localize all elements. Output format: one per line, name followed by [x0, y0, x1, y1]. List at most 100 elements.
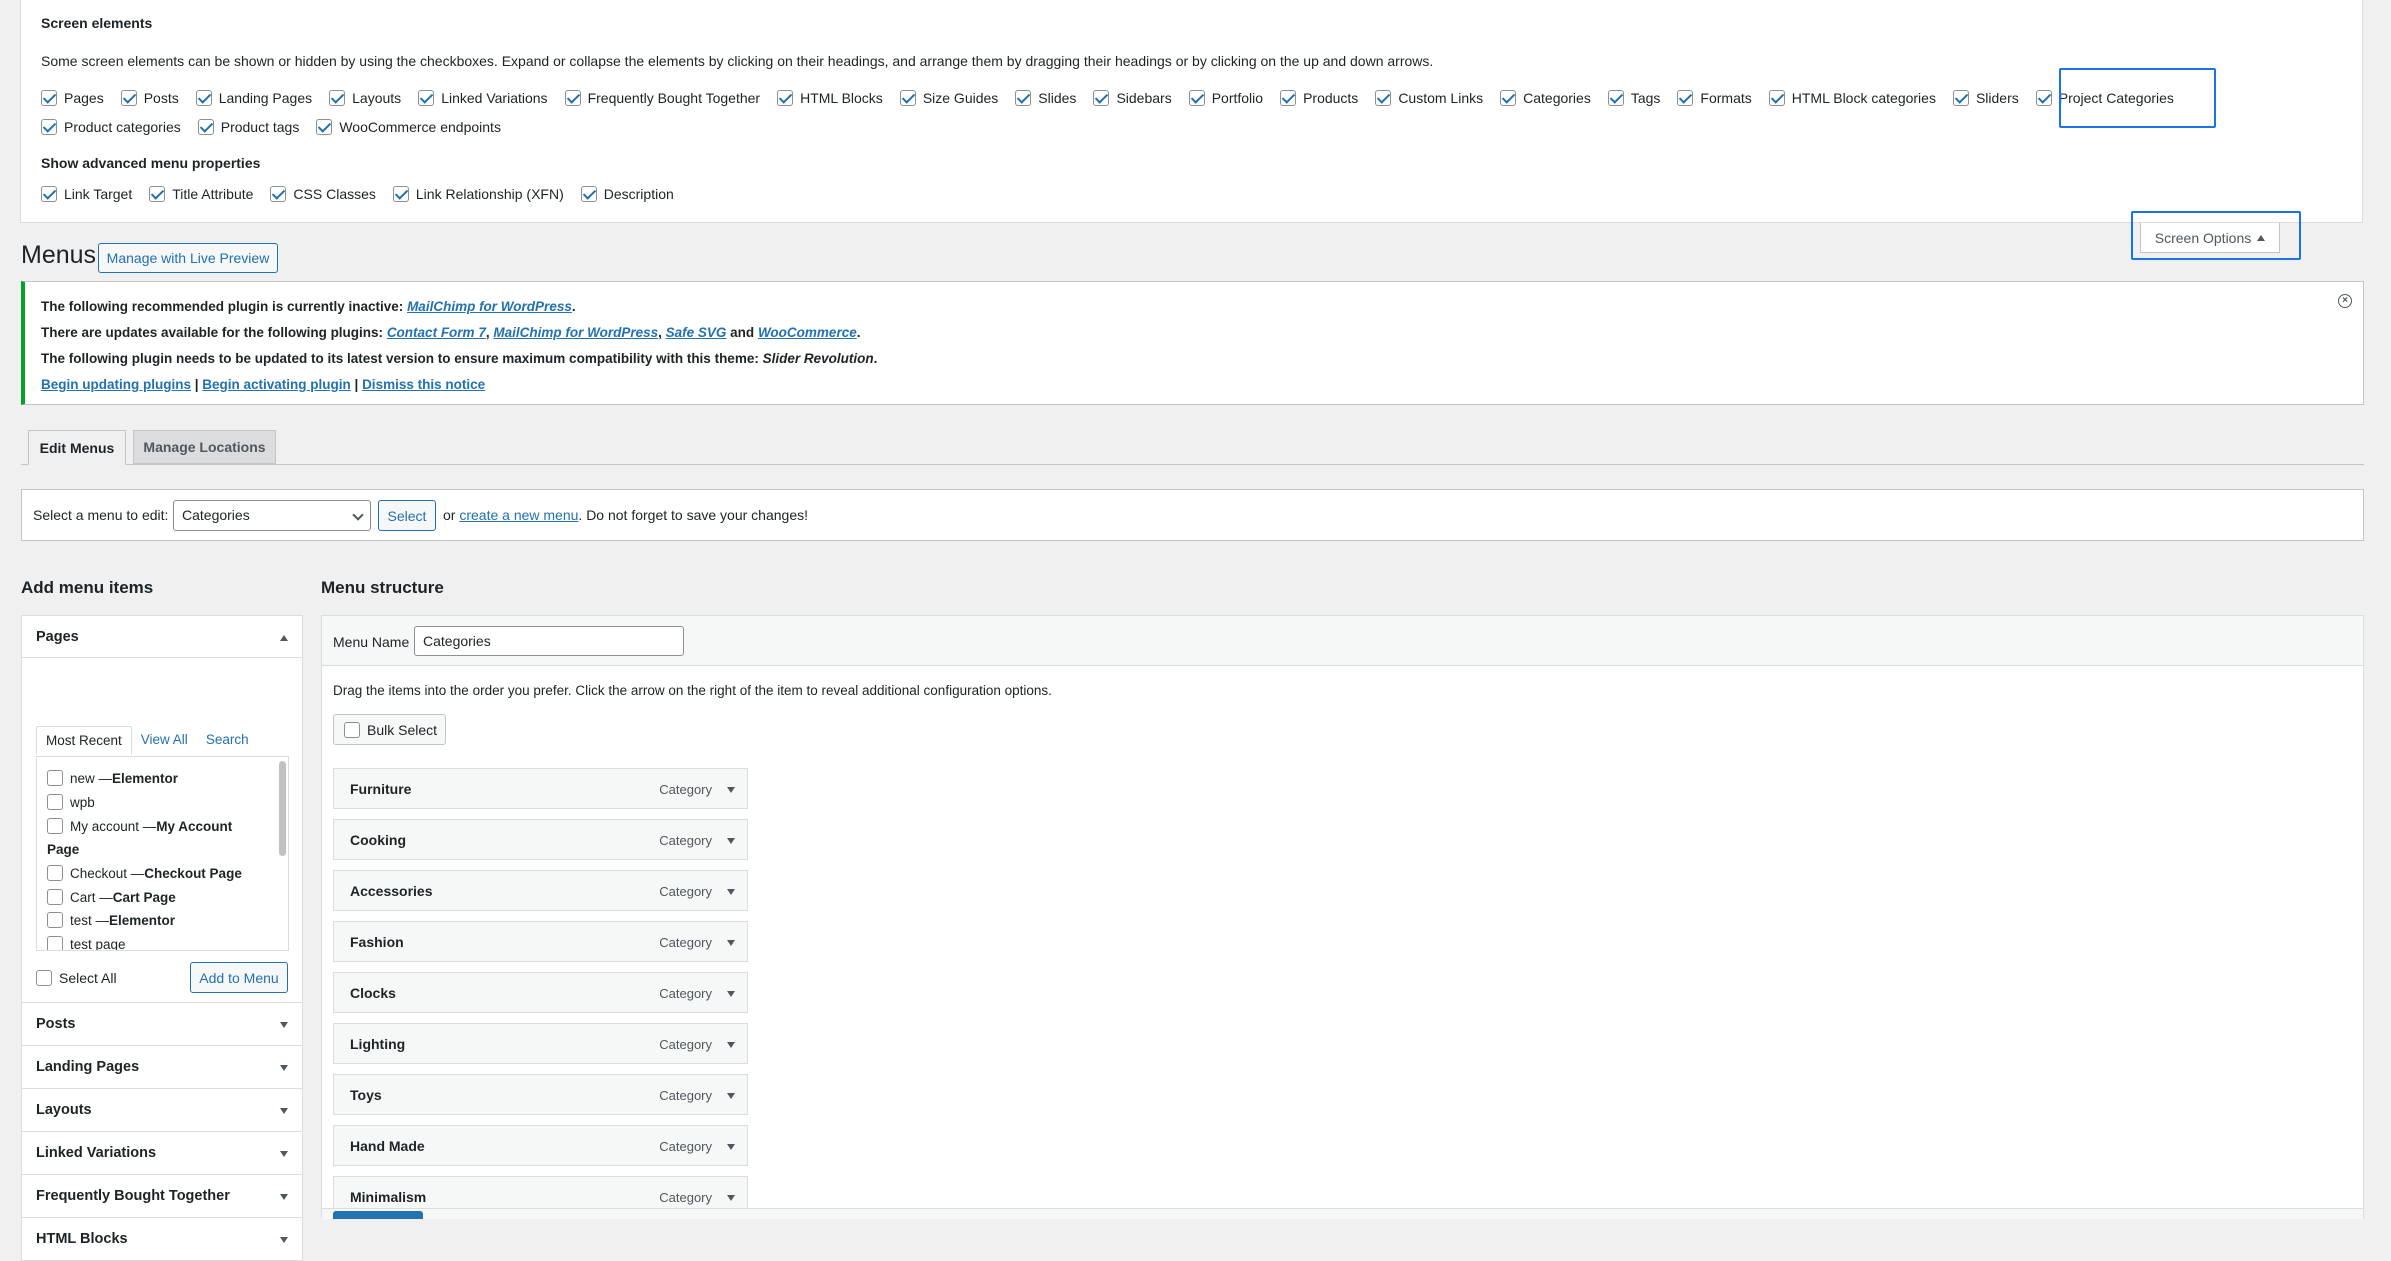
begin-activating-link[interactable]: Begin activating plugin: [202, 377, 351, 392]
menu-item-lighting[interactable]: Lighting Category: [333, 1023, 748, 1064]
safe-svg-link[interactable]: Safe SVG: [666, 325, 727, 340]
scrollbar[interactable]: [279, 761, 286, 856]
section-layouts[interactable]: Layouts: [21, 1089, 303, 1132]
menu-item-accessories[interactable]: Accessories Category: [333, 870, 748, 911]
toggle-size-guides[interactable]: Size Guides: [899, 90, 998, 106]
select-menu-button[interactable]: Select: [378, 500, 436, 531]
dismiss-notice-link[interactable]: Dismiss this notice: [362, 377, 485, 392]
advanced-link-target[interactable]: Link Target: [41, 186, 132, 202]
list-item[interactable]: My account — My Account: [47, 818, 232, 834]
mailchimp-update-link[interactable]: MailChimp for WordPress: [493, 325, 658, 340]
checkbox[interactable]: [195, 90, 212, 106]
toggle-portfolio[interactable]: Portfolio: [1188, 90, 1263, 106]
section-html-blocks[interactable]: HTML Blocks: [21, 1218, 303, 1261]
checkbox[interactable]: [777, 90, 794, 106]
list-item[interactable]: test — Elementor: [47, 912, 175, 928]
tab-search[interactable]: Search: [197, 726, 258, 755]
tab-edit-menus[interactable]: Edit Menus: [28, 430, 126, 465]
advanced-description[interactable]: Description: [580, 186, 674, 202]
arrow-down-icon[interactable]: [727, 838, 735, 844]
select-all[interactable]: Select All: [36, 970, 117, 986]
toggle-slides[interactable]: Slides: [1015, 90, 1076, 106]
toggle-layouts[interactable]: Layouts: [329, 90, 401, 106]
checkbox[interactable]: [1677, 90, 1694, 106]
toggle-categories[interactable]: Categories: [1500, 90, 1591, 106]
section-posts[interactable]: Posts: [21, 1003, 303, 1046]
arrow-down-icon[interactable]: [727, 1042, 735, 1048]
close-icon[interactable]: ×: [2338, 294, 2352, 308]
checkbox[interactable]: [270, 186, 287, 202]
add-to-menu-button[interactable]: Add to Menu: [190, 962, 288, 993]
arrow-down-icon[interactable]: [727, 787, 735, 793]
checkbox[interactable]: [1607, 90, 1624, 106]
section-landing-pages[interactable]: Landing Pages: [21, 1046, 303, 1089]
woocommerce-link[interactable]: WooCommerce: [758, 325, 857, 340]
toggle-product-tags[interactable]: Product tags: [197, 119, 299, 135]
checkbox[interactable]: [47, 936, 63, 950]
toggle-product-categories[interactable]: Product categories: [41, 119, 181, 135]
list-item[interactable]: Checkout — Checkout Page: [47, 865, 242, 881]
manage-live-preview-button[interactable]: Manage with Live Preview: [98, 243, 278, 273]
toggle-woocommerce-endpoints[interactable]: WooCommerce endpoints: [316, 119, 501, 135]
menu-name-input[interactable]: Categories: [414, 626, 684, 656]
toggle-html-block-categories[interactable]: HTML Block categories: [1768, 90, 1936, 106]
toggle-tags[interactable]: Tags: [1607, 90, 1660, 106]
toggle-sliders[interactable]: Sliders: [1952, 90, 2019, 106]
toggle-sidebars[interactable]: Sidebars: [1093, 90, 1172, 106]
checkbox[interactable]: [329, 90, 346, 106]
advanced-link-relationship-xfn[interactable]: Link Relationship (XFN): [392, 186, 564, 202]
toggle-frequently-bought-together[interactable]: Frequently Bought Together: [564, 90, 760, 106]
checkbox[interactable]: [197, 119, 214, 135]
arrow-down-icon[interactable]: [727, 889, 735, 895]
checkbox[interactable]: [1375, 90, 1392, 106]
menu-item-toys[interactable]: Toys Category: [333, 1074, 748, 1115]
section-frequently-bought-together[interactable]: Frequently Bought Together: [21, 1175, 303, 1218]
checkbox[interactable]: [580, 186, 597, 202]
contact-form-link[interactable]: Contact Form 7: [387, 325, 486, 340]
checkbox[interactable]: [418, 90, 435, 106]
checkbox[interactable]: [1280, 90, 1297, 106]
menu-select-dropdown[interactable]: Categories: [173, 500, 371, 531]
arrow-down-icon[interactable]: [727, 1195, 735, 1201]
checkbox[interactable]: [1768, 90, 1785, 106]
list-item[interactable]: test page: [47, 936, 126, 950]
checkbox[interactable]: [41, 90, 57, 106]
checkbox[interactable]: [564, 90, 581, 106]
advanced-title-attribute[interactable]: Title Attribute: [149, 186, 253, 202]
toggle-html-blocks[interactable]: HTML Blocks: [777, 90, 883, 106]
toggle-products[interactable]: Products: [1280, 90, 1358, 106]
section-linked-variations[interactable]: Linked Variations: [21, 1132, 303, 1175]
arrow-down-icon[interactable]: [727, 1093, 735, 1099]
tab-manage-locations[interactable]: Manage Locations: [133, 430, 276, 464]
menu-item-furniture[interactable]: Furniture Category: [333, 768, 748, 809]
toggle-linked-variations[interactable]: Linked Variations: [418, 90, 548, 106]
advanced-css-classes[interactable]: CSS Classes: [270, 186, 376, 202]
checkbox[interactable]: [1188, 90, 1205, 106]
checkbox[interactable]: [1952, 90, 1969, 106]
checkbox[interactable]: [120, 90, 137, 106]
tab-view-all[interactable]: View All: [132, 726, 197, 755]
toggle-custom-links[interactable]: Custom Links: [1375, 90, 1483, 106]
checkbox[interactable]: [47, 889, 63, 905]
checkbox[interactable]: [41, 119, 57, 135]
menu-item-clocks[interactable]: Clocks Category: [333, 972, 748, 1013]
checkbox[interactable]: [41, 186, 57, 202]
create-new-menu-link[interactable]: create a new menu: [459, 507, 578, 523]
toggle-formats[interactable]: Formats: [1677, 90, 1752, 106]
bulk-select-button[interactable]: Bulk Select: [333, 714, 446, 745]
toggle-pages[interactable]: Pages: [41, 90, 104, 106]
toggle-landing-pages[interactable]: Landing Pages: [195, 90, 312, 106]
checkbox[interactable]: [1015, 90, 1032, 106]
checkbox[interactable]: [392, 186, 409, 202]
checkbox[interactable]: [36, 970, 52, 986]
checkbox[interactable]: [47, 818, 63, 834]
list-item[interactable]: Cart — Cart Page: [47, 889, 176, 905]
checkbox[interactable]: [899, 90, 916, 106]
toggle-posts[interactable]: Posts: [120, 90, 179, 106]
list-item[interactable]: wpb: [47, 794, 95, 810]
checkbox[interactable]: [47, 770, 63, 786]
checkbox[interactable]: [344, 721, 360, 738]
menu-item-hand-made[interactable]: Hand Made Category: [333, 1125, 748, 1166]
checkbox[interactable]: [2035, 90, 2052, 106]
arrow-down-icon[interactable]: [727, 940, 735, 946]
